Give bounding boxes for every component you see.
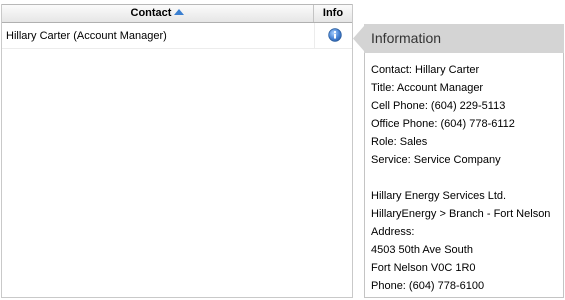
grid-header: Contact Info: [2, 4, 352, 23]
column-header-contact-label: Contact: [130, 7, 172, 19]
cell-phone-line: Cell Phone: (604) 229-5113: [371, 100, 506, 112]
column-header-info[interactable]: Info: [314, 5, 352, 22]
title-line: Title: Account Manager: [371, 82, 484, 94]
address-label: Address:: [371, 226, 415, 238]
column-header-contact[interactable]: Contact: [2, 5, 314, 22]
phone-line: Phone: (604) 778-6100: [371, 280, 485, 292]
info-icon[interactable]: [328, 28, 342, 42]
popover-title: Information: [371, 30, 442, 46]
information-popover: Information Contact: Hillary Carter Titl…: [353, 24, 564, 298]
popover-header: Information: [353, 24, 564, 53]
office-phone-line: Office Phone: (604) 778-6112: [371, 118, 515, 130]
column-divider: [314, 23, 315, 48]
contacts-grid: Contact Info Hillary Carter (Account Man…: [1, 4, 353, 298]
service-line: Service: Service Company: [371, 154, 501, 166]
branch-line: HillaryEnergy > Branch - Fort Nelson: [371, 208, 551, 220]
popover-body: Contact: Hillary Carter Title: Account M…: [364, 53, 564, 298]
company-line: Hillary Energy Services Ltd.: [371, 190, 507, 202]
role-line: Role: Sales: [371, 136, 428, 148]
contact-name-line: Contact: Hillary Carter: [371, 64, 480, 76]
contact-cell: Hillary Carter (Account Manager): [6, 30, 167, 42]
sort-ascending-icon: [174, 9, 185, 15]
city-line: Fort Nelson V0C 1R0: [371, 262, 476, 274]
table-row[interactable]: Hillary Carter (Account Manager): [2, 23, 352, 49]
street-line: 4503 50th Ave South: [371, 244, 473, 256]
